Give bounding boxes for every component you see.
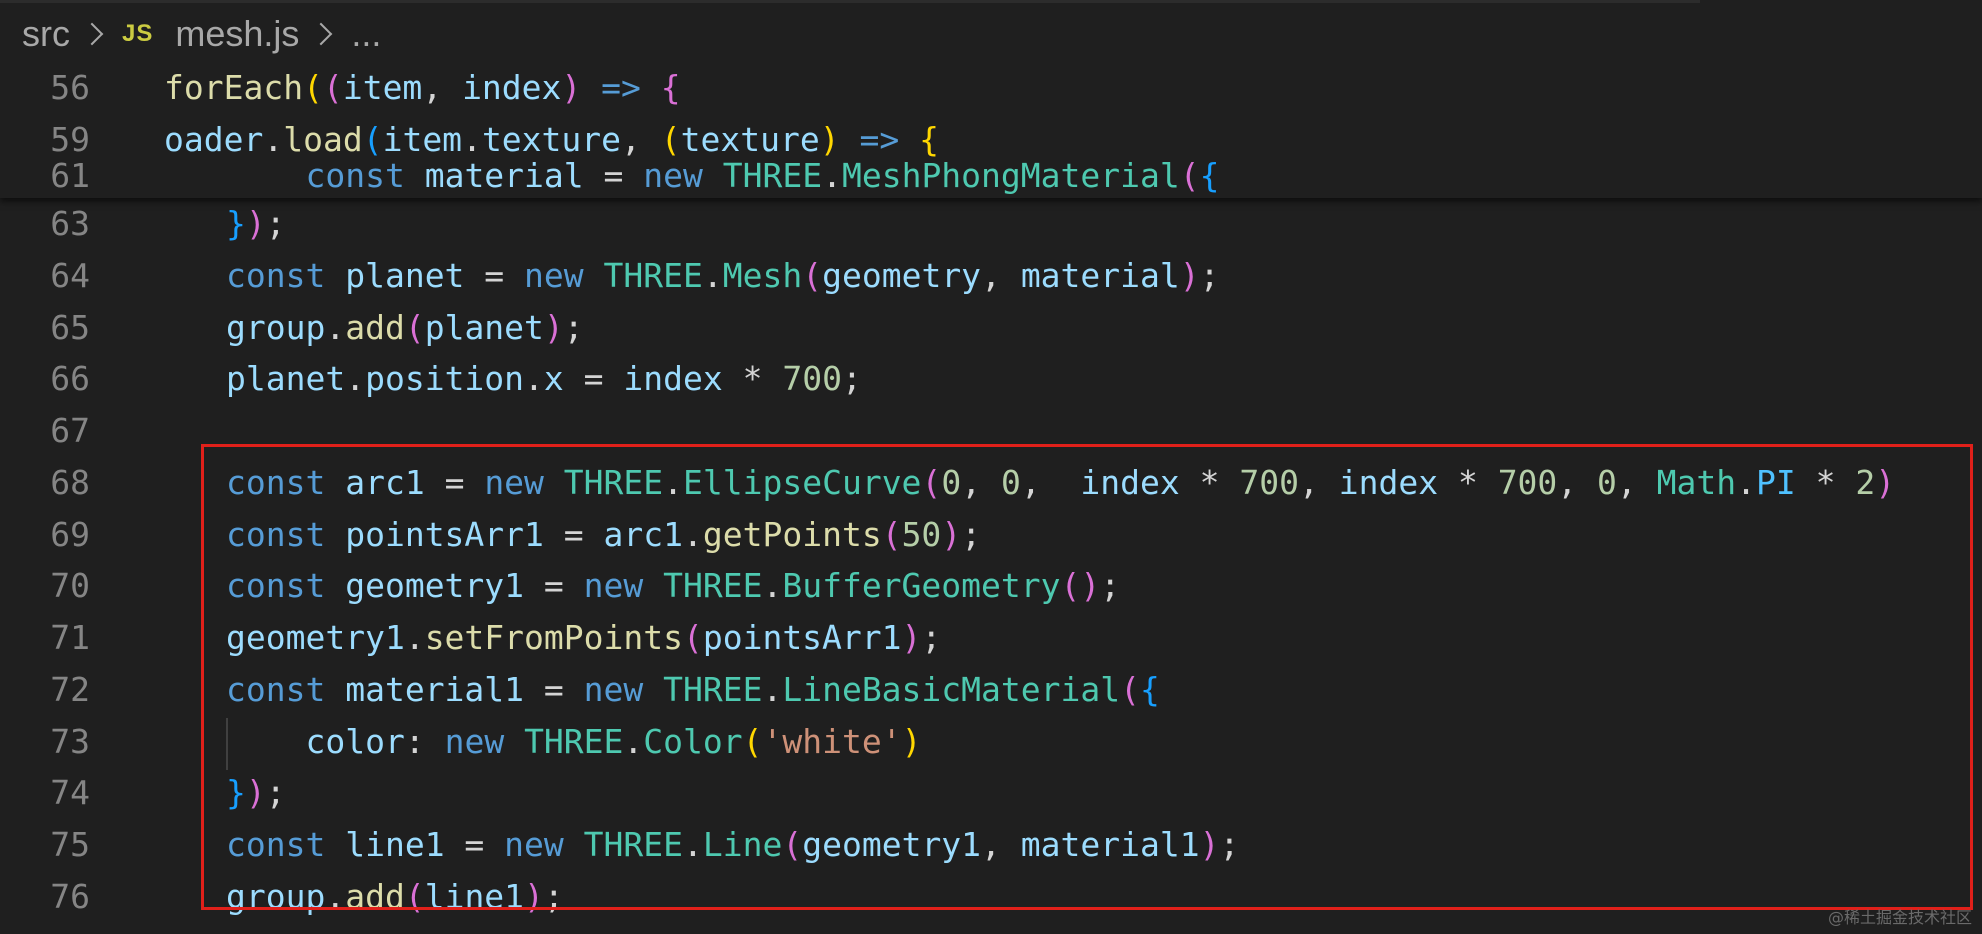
- code-token: const: [226, 256, 326, 295]
- code-token: (: [802, 256, 823, 295]
- code-token: item: [342, 68, 423, 107]
- code-token: planet: [424, 308, 544, 347]
- chevron-right-icon: [310, 22, 333, 46]
- breadcrumb-folder[interactable]: src: [22, 13, 70, 55]
- line-number: 63: [50, 204, 90, 243]
- code-token: forEach: [164, 68, 304, 107]
- code-token: =: [464, 256, 525, 295]
- code-token: const: [305, 156, 405, 195]
- code-line[interactable]: 66 planet.position.x = index * 700;: [0, 353, 1982, 405]
- code-token: .: [524, 359, 544, 398]
- watermark: @稀土掘金技术社区: [1827, 908, 1972, 927]
- code-token: position: [365, 359, 525, 398]
- line-number: 65: [50, 308, 90, 347]
- line-number: 61: [50, 156, 90, 195]
- code-token: new: [643, 156, 703, 195]
- code-token: ;: [563, 308, 584, 347]
- code-token: ): [561, 68, 582, 107]
- code-token: (: [303, 68, 323, 107]
- highlight-box: [201, 444, 1973, 910]
- code-token: {: [660, 68, 681, 107]
- line-number: 76: [50, 877, 90, 916]
- code-token: index: [623, 359, 723, 398]
- code-token: x: [543, 359, 564, 398]
- code-token: ): [245, 204, 266, 243]
- code-token: group: [226, 308, 326, 347]
- sticky-scroll-header[interactable]: 56 forEach((item, index) => {59 oader.load…: [0, 68, 1982, 198]
- code-token: Mesh: [722, 256, 803, 295]
- code-token: new: [524, 256, 584, 295]
- code-line[interactable]: 63});: [0, 198, 1982, 250]
- code-token: ): [543, 308, 564, 347]
- breadcrumb-symbol[interactable]: ...: [351, 13, 381, 55]
- code-token: ,: [422, 68, 463, 107]
- line-number: 67: [50, 411, 90, 450]
- line-number: 68: [50, 463, 90, 502]
- code-token: ): [1179, 256, 1200, 295]
- code-line[interactable]: 64 const planet = new THREE.Mesh(geometry…: [0, 250, 1982, 302]
- code-text: forEach((item, index) => {: [164, 68, 681, 114]
- code-token: ;: [841, 359, 862, 398]
- code-token: material: [424, 156, 584, 195]
- code-token: planet: [226, 359, 346, 398]
- code-token: ,: [981, 256, 1021, 295]
- code-token: geometry: [822, 256, 982, 295]
- code-token: (: [322, 68, 343, 107]
- code-token: .: [702, 256, 723, 295]
- code-text: });: [226, 198, 286, 250]
- code-line[interactable]: 61 const material = new THREE.MeshPhongM…: [0, 150, 1982, 198]
- line-number: 75: [50, 825, 90, 864]
- line-number: 74: [50, 773, 90, 812]
- breadcrumb-file[interactable]: mesh.js: [175, 13, 299, 55]
- code-token: index: [462, 68, 562, 107]
- line-number: 71: [50, 618, 90, 657]
- code-token: .: [822, 156, 842, 195]
- code-text: group.add(planet);: [226, 302, 584, 354]
- code-token: }: [226, 204, 246, 243]
- chevron-right-icon: [80, 22, 104, 46]
- code-token: .: [325, 308, 346, 347]
- code-token: ;: [1199, 256, 1220, 295]
- code-token: =>: [601, 68, 641, 107]
- breadcrumb: src JS mesh.js ...: [0, 0, 1982, 68]
- code-token: *: [722, 359, 783, 398]
- code-token: =: [563, 359, 624, 398]
- code-token: {: [1199, 156, 1220, 195]
- line-number: 72: [50, 670, 90, 709]
- line-number: 73: [50, 722, 90, 761]
- code-token: =: [583, 156, 644, 195]
- code-line[interactable]: 65 group.add(planet);: [0, 302, 1982, 354]
- code-token: 700: [782, 359, 842, 398]
- code-token: material: [1020, 256, 1180, 295]
- code-token: add: [345, 308, 405, 347]
- code-token: MeshPhongMaterial: [841, 156, 1180, 195]
- code-text: const material = new THREE.MeshPhongMate…: [226, 150, 1219, 198]
- code-token: .: [345, 359, 366, 398]
- top-divider: [0, 0, 1700, 3]
- code-token: ;: [265, 204, 286, 243]
- code-token: planet: [345, 256, 465, 295]
- javascript-file-icon: JS: [122, 20, 154, 47]
- line-number: 69: [50, 515, 90, 554]
- code-text: const planet = new THREE.Mesh(geometry, …: [226, 250, 1220, 302]
- line-number: 56: [50, 68, 90, 107]
- code-editor: src JS mesh.js ... 56 forEach((item, inde…: [0, 0, 1982, 934]
- line-number: 66: [50, 359, 90, 398]
- line-number: 64: [50, 256, 90, 295]
- code-token: THREE: [722, 156, 823, 195]
- code-token: THREE: [603, 256, 703, 295]
- code-line[interactable]: 56 forEach((item, index) => {: [0, 68, 1982, 114]
- code-token: (: [404, 308, 425, 347]
- code-text: planet.position.x = index * 700;: [226, 353, 862, 405]
- line-number: 70: [50, 566, 90, 605]
- code-token: (: [1179, 156, 1200, 195]
